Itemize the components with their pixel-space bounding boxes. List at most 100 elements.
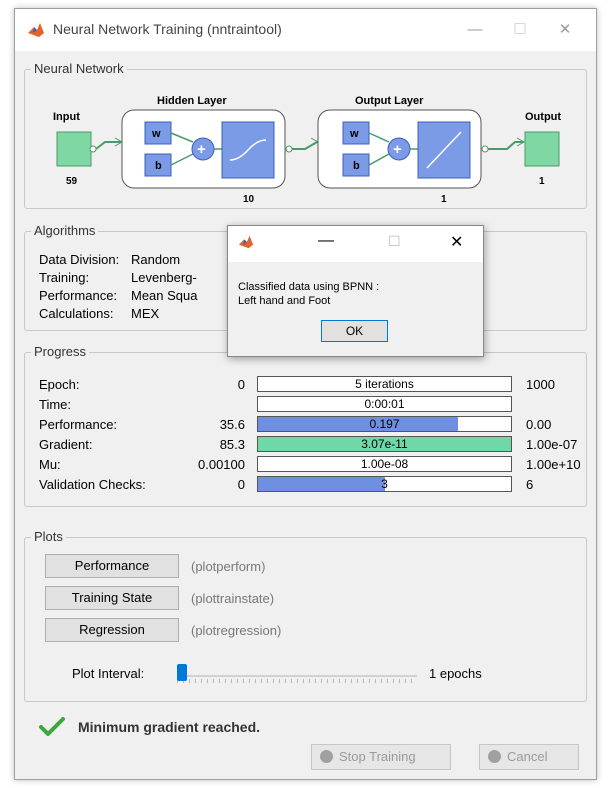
progress-bar-epoch: 5 iterations [257,376,512,392]
dialog-message: Classified data using BPNN : Left hand a… [238,280,379,308]
progress-label-validation-checks: Validation Checks: [39,477,146,492]
progress-bar-performance: 0.197 [257,416,512,432]
stop-training-button[interactable]: Stop Training [311,744,451,770]
algorithm-key: Calculations: [39,306,114,321]
plots-group: Plots Performance (plotperform) Training… [24,529,587,702]
progress-value-performance: 0.197 [369,417,400,431]
hidden-sum-plus: + [197,141,206,158]
output-size: 1 [539,176,545,187]
status-message: Minimum gradient reached. [78,719,261,735]
output-out-connector [481,145,489,153]
output-sum-plus: + [393,141,402,158]
hidden-weight-label: w [151,128,161,140]
output-block [524,131,560,167]
output-weight-label: w [349,128,359,140]
progress-group: Progress Epoch: 0 5 iterations 1000 Time… [24,344,587,507]
plot-interval-value: 1 epochs [429,666,482,681]
progress-start-epoch: 0 [237,377,245,392]
algorithm-value: Random [131,252,181,267]
neural-network-group: Neural Network Input 59 Hidden Layer w b… [24,61,587,209]
hidden-out-connector [285,145,293,153]
matlab-logo-icon [28,23,44,37]
performance-plot-button[interactable]: Performance [45,554,179,578]
progress-bar-gradient: 3.07e-11 [257,436,512,452]
algorithm-key: Data Division: [39,252,120,267]
progress-group-label: Progress [31,344,90,359]
plot-interval-slider[interactable] [177,664,417,683]
progress-end-epoch: 1000 [526,377,555,392]
window-title: Neural Network Training (nntraintool) [53,21,282,37]
progress-start-validation-checks: 0 [237,477,245,492]
dialog-message-line-2: Left hand and Foot [238,295,331,307]
progress-bar-validation-checks: 3 [257,476,512,492]
progress-bar-mu: 1.00e-08 [257,456,512,472]
progress-end-mu: 1.00e+10 [526,457,581,472]
plot-function-regression: (plotregression) [191,623,282,638]
algorithm-value: MEX [131,306,160,321]
plot-function-training-state: (plottrainstate) [191,591,275,606]
slider-ticks [177,679,417,683]
stop-training-label: Stop Training [339,749,416,764]
progress-label-mu: Mu: [39,457,61,472]
progress-value-gradient: 3.07e-11 [361,437,408,451]
progress-start-performance: 35.6 [219,417,245,432]
dialog-title-bar: — ☐ ✕ [228,226,483,262]
nntraintool-window: Neural Network Training (nntraintool) — … [14,8,597,780]
progress-value-validation-checks: 3 [381,477,388,491]
dialog-close-button[interactable]: ✕ [450,232,463,252]
close-button[interactable]: ✕ [545,17,585,43]
progress-end-gradient: 1.00e-07 [526,437,578,452]
algorithm-key: Training: [39,270,90,285]
slider-track [177,675,417,677]
plots-group-label: Plots [31,529,66,544]
network-diagram: Input 59 Hidden Layer w b + 10 Output La… [53,95,561,205]
plot-function-performance: (plotperform) [191,559,266,574]
progress-bar-time: 0:00:01 [257,396,512,412]
progress-start-gradient: 85.3 [219,437,245,452]
progress-end-performance: 0.00 [526,417,552,432]
cancel-button[interactable]: Cancel [479,744,579,770]
input-label: Input [53,111,80,123]
dialog-minimize-button[interactable]: — [318,232,334,250]
input-connector [89,145,97,153]
cancel-icon [488,750,501,763]
hidden-bias-label: b [155,160,162,172]
progress-value-mu: 1.00e-08 [360,457,409,471]
progress-end-validation-checks: 6 [526,477,534,492]
progress-value-epoch: 5 iterations [355,377,414,391]
slider-thumb[interactable] [177,664,187,681]
hidden-out-link [292,141,318,150]
input-block [56,131,92,167]
progress-value-time: 0:00:01 [364,397,405,411]
input-size: 59 [66,176,78,187]
progress-label-performance: Performance: [39,417,118,432]
progress-label-epoch: Epoch: [39,377,80,392]
algorithm-value: Mean Squa [131,288,198,303]
maximize-button[interactable]: ☐ [500,17,540,43]
progress-start-mu: 0.00100 [198,457,245,472]
cancel-label: Cancel [507,749,548,764]
plot-interval-label: Plot Interval: [72,666,145,681]
progress-label-gradient: Gradient: [39,437,93,452]
ok-button[interactable]: OK [321,320,388,342]
hidden-layer-size: 10 [243,194,255,205]
algorithms-group-label: Algorithms [31,223,99,238]
algorithm-key: Performance: [39,288,118,303]
matlab-logo-icon [238,235,254,249]
output-layer-label: Output Layer [355,95,424,107]
dialog-maximize-button[interactable]: ☐ [388,233,401,250]
title-bar: Neural Network Training (nntraintool) — … [15,9,596,51]
dialog-message-line-1: Classified data using BPNN : [238,281,380,293]
checkmark-icon [39,717,65,736]
output-layer-size: 1 [441,194,447,205]
minimize-button[interactable]: — [455,17,495,43]
training-state-plot-button[interactable]: Training State [45,586,179,610]
output-label: Output [525,111,561,123]
input-link [95,141,121,150]
regression-plot-button[interactable]: Regression [45,618,179,642]
stop-icon [320,750,333,763]
classification-dialog: — ☐ ✕ Classified data using BPNN : Left … [227,225,484,357]
algorithm-value: Levenberg- [131,270,197,285]
hidden-layer-label: Hidden Layer [157,95,227,107]
progress-label-time: Time: [39,397,72,412]
